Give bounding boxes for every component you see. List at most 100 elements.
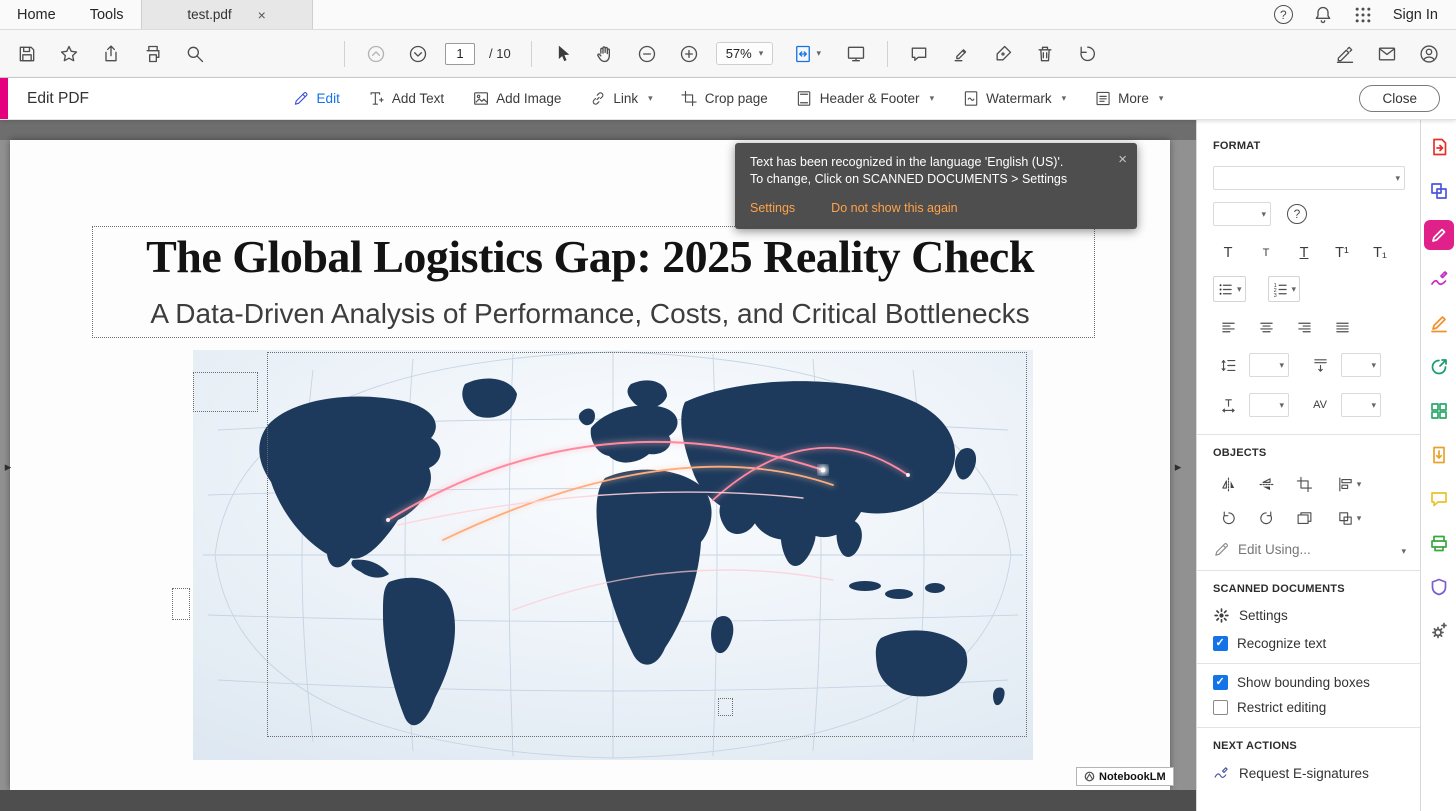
image-bounding-box[interactable] [267, 352, 1027, 737]
right-pane-toggle[interactable]: ▸ [1170, 454, 1186, 480]
add-image-button[interactable]: Add Image [472, 90, 561, 107]
char-spacing-select[interactable] [1249, 393, 1289, 417]
save-button[interactable] [12, 39, 42, 69]
read-mode-button[interactable] [841, 39, 871, 69]
star-favorite-button[interactable] [54, 39, 84, 69]
underline-icon[interactable]: T [1289, 240, 1319, 266]
add-text-button[interactable]: Add Text [368, 90, 444, 107]
tool-scan-ocr-icon[interactable] [1424, 528, 1454, 558]
align-justify-button[interactable] [1327, 314, 1357, 340]
link-menu-button[interactable]: Link [589, 90, 652, 107]
tool-compress-pdf-icon[interactable] [1424, 440, 1454, 470]
undo-button[interactable] [1072, 39, 1102, 69]
document-title[interactable]: The Global Logistics Gap: 2025 Reality C… [10, 230, 1170, 283]
document-subtitle[interactable]: A Data-Driven Analysis of Performance, C… [10, 298, 1170, 330]
watermark-menu-button[interactable]: Watermark [962, 90, 1066, 107]
rotate-left-button[interactable] [1213, 505, 1243, 531]
restrict-editing-checkbox[interactable] [1213, 700, 1228, 715]
subscript-icon[interactable]: T₁ [1365, 240, 1395, 266]
edit-pencil-icon [293, 90, 310, 107]
select-tool-button[interactable] [548, 39, 578, 69]
fill-and-sign-button[interactable] [1330, 39, 1360, 69]
edit-using-label[interactable]: Edit Using... [1238, 542, 1311, 557]
request-esignatures-label[interactable]: Request E-signatures [1239, 766, 1369, 781]
panel-divider [1197, 434, 1420, 435]
horizontal-scrollbar[interactable] [0, 790, 1196, 811]
tool-convert-icon[interactable] [1424, 352, 1454, 382]
align-left-button[interactable] [1213, 314, 1243, 340]
crop-object-button[interactable] [1289, 471, 1319, 497]
more-menu-button[interactable]: More [1094, 90, 1163, 107]
sign-in-button[interactable]: Sign In [1393, 7, 1438, 23]
arrange-select[interactable] [1327, 505, 1371, 531]
align-center-icon [1258, 319, 1275, 336]
tab-tools[interactable]: Tools [73, 0, 141, 29]
rotate-right-button[interactable] [1251, 505, 1281, 531]
close-tab-icon[interactable]: × [258, 7, 266, 23]
tool-comment-icon[interactable] [1424, 484, 1454, 514]
apps-grid-icon[interactable] [1353, 5, 1373, 25]
zoom-in-button[interactable] [674, 39, 704, 69]
toast-close-icon[interactable]: × [1118, 150, 1127, 171]
next-page-button[interactable] [403, 39, 433, 69]
tool-export-pdf-icon[interactable] [1424, 132, 1454, 162]
edit-tool-button[interactable]: Edit [293, 90, 340, 107]
scanned-settings-label[interactable]: Settings [1239, 608, 1288, 623]
tab-home[interactable]: Home [0, 0, 73, 29]
tool-more-tools-icon[interactable] [1424, 616, 1454, 646]
shrink-text-icon[interactable]: T [1251, 240, 1281, 266]
find-button[interactable] [180, 39, 210, 69]
tool-request-signatures-icon[interactable] [1424, 264, 1454, 294]
close-edit-mode-button[interactable]: Close [1359, 85, 1440, 112]
ocr-bounding-box[interactable] [193, 372, 258, 412]
line-spacing-select[interactable] [1249, 353, 1289, 377]
ocr-bounding-box[interactable] [718, 698, 733, 716]
toast-settings-link[interactable]: Settings [750, 200, 795, 217]
numbered-list-select[interactable] [1268, 276, 1301, 302]
document-tab[interactable]: test.pdf × [141, 0, 313, 29]
grow-text-icon[interactable]: T [1213, 240, 1243, 266]
help-icon[interactable]: ? [1274, 5, 1293, 24]
hand-tool-button[interactable] [590, 39, 620, 69]
recognize-text-checkbox[interactable] [1213, 636, 1228, 651]
tool-edit-pdf-icon[interactable] [1424, 220, 1454, 250]
show-bounding-boxes-checkbox[interactable] [1213, 675, 1228, 690]
superscript-icon[interactable]: T¹ [1327, 240, 1357, 266]
zoom-level-select[interactable]: 57% [716, 42, 774, 65]
paragraph-spacing-select[interactable] [1341, 353, 1381, 377]
tool-organize-pages-icon[interactable] [1424, 396, 1454, 426]
font-family-select[interactable] [1213, 166, 1405, 190]
toast-dismiss-link[interactable]: Do not show this again [831, 200, 957, 217]
add-comment-button[interactable] [904, 39, 934, 69]
ocr-bounding-box[interactable] [172, 588, 190, 620]
format-help-icon[interactable]: ? [1287, 204, 1307, 224]
font-size-select[interactable] [1213, 202, 1271, 226]
replace-object-button[interactable] [1289, 505, 1319, 531]
account-button[interactable] [1414, 39, 1444, 69]
align-objects-select[interactable] [1327, 471, 1371, 497]
crop-page-button[interactable]: Crop page [681, 90, 768, 107]
send-mail-button[interactable] [1372, 39, 1402, 69]
zoom-out-button[interactable] [632, 39, 662, 69]
previous-page-button[interactable] [361, 39, 391, 69]
flip-horizontal-button[interactable] [1213, 471, 1243, 497]
left-pane-toggle[interactable]: ▸ [0, 454, 16, 480]
align-center-button[interactable] [1251, 314, 1281, 340]
print-button[interactable] [138, 39, 168, 69]
delete-button[interactable] [1030, 39, 1060, 69]
share-button[interactable] [96, 39, 126, 69]
page-number-input[interactable] [445, 43, 475, 65]
draw-ink-button[interactable] [988, 39, 1018, 69]
page-display-select[interactable] [785, 39, 829, 69]
kerning-select[interactable] [1341, 393, 1381, 417]
align-right-button[interactable] [1289, 314, 1319, 340]
notifications-bell-icon[interactable] [1313, 5, 1333, 25]
bullet-list-select[interactable] [1213, 276, 1246, 302]
tool-protect-pdf-icon[interactable] [1424, 572, 1454, 602]
tool-fill-sign-icon[interactable] [1424, 308, 1454, 338]
tool-combine-files-icon[interactable] [1424, 176, 1454, 206]
flip-vertical-button[interactable] [1251, 471, 1281, 497]
edit-using-select[interactable] [1398, 542, 1406, 557]
header-footer-menu-button[interactable]: Header & Footer [796, 90, 934, 107]
highlight-button[interactable] [946, 39, 976, 69]
